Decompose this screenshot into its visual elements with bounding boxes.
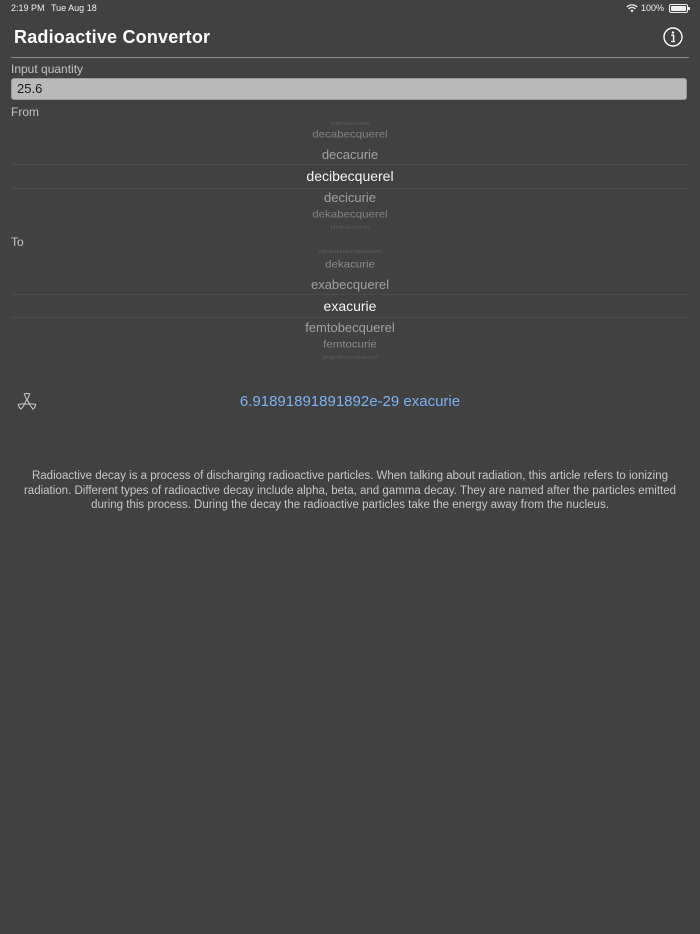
picker-item[interactable]: exabecquerel xyxy=(11,277,689,292)
picker-item[interactable]: centicurie xyxy=(11,120,689,126)
status-time: 2:19 PM xyxy=(11,3,45,13)
picker-item[interactable]: dekacurie xyxy=(11,260,689,271)
picker-item-selected[interactable]: decibecquerel xyxy=(11,168,689,184)
picker-selection-bottom xyxy=(11,317,689,318)
from-unit-picker[interactable]: centicurie decabecquerel decacurie decib… xyxy=(11,118,689,234)
to-unit-picker[interactable]: dekabecquerel dekacurie exabecquerel exa… xyxy=(11,246,689,362)
picker-item[interactable]: femtobecquerel xyxy=(11,320,689,335)
picker-item[interactable]: dekacurie xyxy=(11,225,689,230)
header-divider xyxy=(11,57,689,58)
description-text: Radioactive decay is a process of discha… xyxy=(23,470,677,511)
picker-item[interactable]: dekabecquerel xyxy=(11,248,689,255)
picker-selection-bottom xyxy=(11,188,689,189)
page-title: Radioactive Convertor xyxy=(14,27,211,47)
picker-selection-top xyxy=(11,294,689,295)
picker-item[interactable]: decicurie xyxy=(11,190,689,205)
status-date: Tue Aug 18 xyxy=(51,3,97,13)
input-quantity-label: Input quantity xyxy=(11,62,84,76)
from-label: From xyxy=(11,105,39,119)
picker-item[interactable]: decacurie xyxy=(11,147,689,162)
status-bar: 2:19 PM Tue Aug 18 100% xyxy=(0,0,700,16)
picker-item[interactable]: dekabecquerel xyxy=(11,210,689,220)
info-icon[interactable] xyxy=(663,27,683,47)
picker-item[interactable]: femtocurie xyxy=(11,340,689,351)
quantity-input[interactable]: 25.6 xyxy=(11,78,687,100)
status-indicators: 100% xyxy=(626,3,690,13)
battery-icon xyxy=(669,3,690,13)
conversion-result: 6.91891891891892e-29 exacurie xyxy=(239,393,461,410)
picker-item-selected[interactable]: exacurie xyxy=(11,298,689,314)
picker-item[interactable]: decabecquerel xyxy=(11,130,689,140)
wifi-icon xyxy=(626,3,638,12)
battery-percent: 100% xyxy=(640,3,664,13)
picker-item[interactable]: gigabecquerel xyxy=(11,355,689,360)
picker-selection-top xyxy=(11,164,689,165)
